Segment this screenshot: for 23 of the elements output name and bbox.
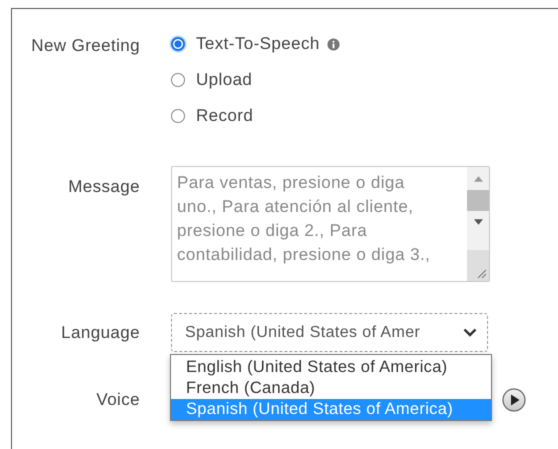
field-label: New Greeting bbox=[30, 36, 140, 56]
scrollbar-thumb[interactable] bbox=[467, 190, 489, 211]
radio-label[interactable]: Record bbox=[196, 106, 254, 126]
scroll-down-icon[interactable] bbox=[474, 219, 482, 225]
scrollbar[interactable] bbox=[467, 167, 489, 281]
radio-button[interactable] bbox=[171, 109, 185, 123]
dropdown-option[interactable]: English (United States of America) bbox=[171, 357, 491, 378]
chevron-down-icon bbox=[463, 328, 477, 337]
scroll-up-icon[interactable] bbox=[474, 176, 482, 182]
field-label: Voice bbox=[95, 390, 140, 410]
language-select[interactable]: Spanish (United States of Amer bbox=[171, 313, 488, 352]
message-text: Para ventas, presione o diga uno., Para atención al cliente, presione o diga 2., Para contabilidad, presione o diga 3., bbox=[176, 172, 432, 266]
field-label: Message bbox=[67, 177, 140, 197]
resize-grip-icon[interactable] bbox=[476, 268, 486, 278]
radio-button[interactable] bbox=[171, 73, 185, 87]
play-icon[interactable] bbox=[502, 388, 526, 412]
field-label: Language bbox=[60, 323, 140, 343]
message-field[interactable]: Para ventas, presione o diga uno., Para atención al cliente, presione o diga 2., Para contabilidad, presione o diga 3., bbox=[171, 166, 490, 282]
radio-button[interactable] bbox=[171, 37, 185, 51]
dropdown-option[interactable]: French (Canada) bbox=[171, 378, 491, 399]
radio-label[interactable]: Upload bbox=[196, 70, 252, 90]
info-icon[interactable] bbox=[326, 38, 340, 50]
radio-label[interactable]: Text-To-Speech bbox=[196, 34, 340, 54]
